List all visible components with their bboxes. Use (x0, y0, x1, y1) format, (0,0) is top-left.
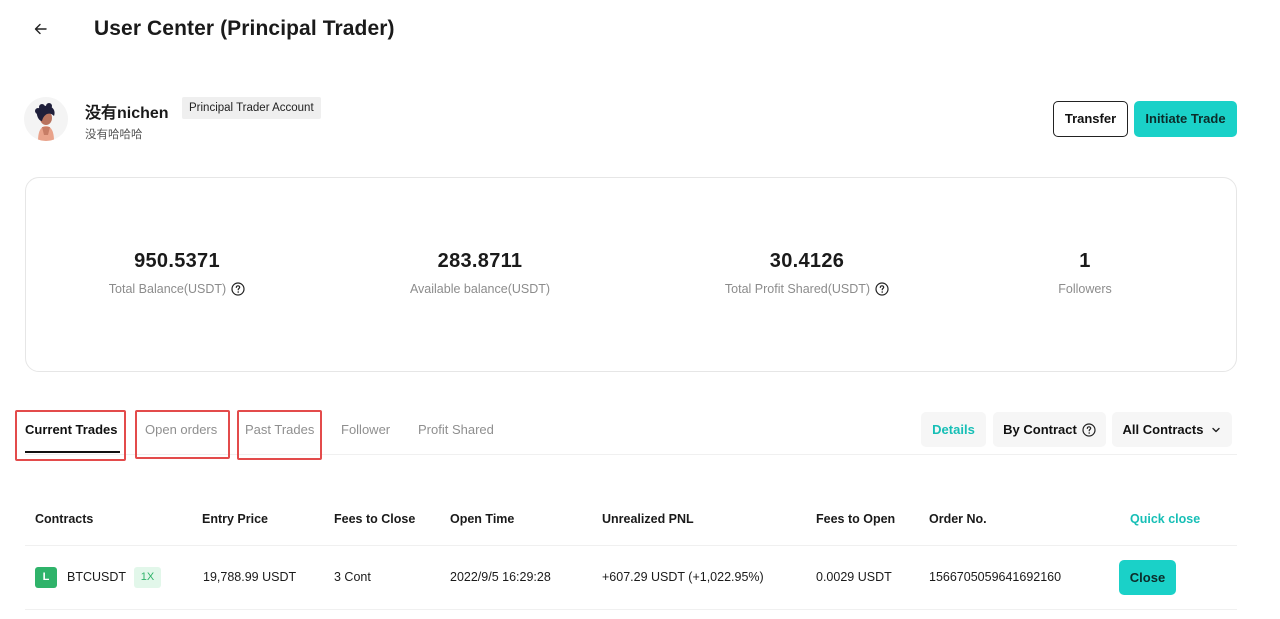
help-icon[interactable] (231, 282, 245, 296)
fees-to-close-cell: 3 Cont (334, 570, 371, 584)
tabs-divider (25, 454, 1237, 455)
by-contract-label: By Contract (1003, 422, 1077, 437)
transfer-button[interactable]: Transfer (1053, 101, 1128, 137)
stat-label: Total Profit Shared(USDT) (724, 282, 871, 296)
initiate-trade-button[interactable]: Initiate Trade (1134, 101, 1237, 137)
header-contracts: Contracts (35, 512, 94, 526)
header-divider (25, 545, 1237, 546)
stat-available-balance: 283.8711 Available balance(USDT) (330, 250, 630, 298)
quick-close-link[interactable]: Quick close (1130, 512, 1200, 526)
entry-price-cell: 19,788.99 USDT (203, 570, 297, 584)
header-fees-to-close: Fees to Close (334, 512, 416, 526)
header-entry-price: Entry Price (202, 512, 269, 526)
avatar-illustration-icon (24, 97, 68, 141)
username: 没有nichen (85, 105, 169, 122)
header-unrealized-pnl: Unrealized PNL (602, 512, 694, 526)
stat-label: Available balance(USDT) (409, 282, 551, 296)
details-button[interactable]: Details (921, 412, 986, 447)
header-open-time: Open Time (450, 512, 515, 526)
leverage-badge: 1X (134, 567, 161, 588)
header-order-no: Order No. (929, 512, 987, 526)
stat-value: 950.5371 (134, 250, 220, 272)
stat-label: Total Balance(USDT) (108, 282, 227, 296)
help-icon[interactable] (875, 282, 889, 296)
stat-value: 283.8711 (437, 250, 523, 272)
account-type-badge: Principal Trader Account (182, 97, 321, 119)
open-time-cell: 2022/9/5 16:29:28 (450, 570, 551, 584)
all-contracts-dropdown[interactable]: All Contracts (1112, 412, 1232, 447)
active-tab-indicator (25, 451, 120, 453)
tab-open-orders[interactable]: Open orders (145, 412, 217, 459)
order-no-cell: 1566705059641692160 (929, 570, 1062, 584)
stat-total-profit-shared: 30.4126 Total Profit Shared(USDT) (657, 250, 957, 298)
tab-follower[interactable]: Follower (341, 412, 390, 459)
stats-card: 950.5371 Total Balance(USDT) 283.8711 Av… (25, 177, 1237, 372)
stat-value: 30.4126 (769, 250, 845, 272)
header-fees-to-open: Fees to Open (816, 512, 896, 526)
user-nickname: 没有哈哈哈 (85, 129, 143, 141)
contract-symbol: BTCUSDT (67, 570, 127, 584)
help-icon (1082, 422, 1096, 437)
chevron-down-icon (1212, 427, 1221, 432)
back-arrow-icon[interactable] (30, 18, 52, 40)
stat-label: Followers (1058, 282, 1112, 296)
unrealized-pnl-cell: +607.29 USDT (+1,022.95%) (602, 570, 764, 584)
stat-followers: 1 Followers (935, 250, 1235, 298)
by-contract-button[interactable]: By Contract (993, 412, 1106, 447)
page-title: User Center (Principal Trader) (94, 17, 395, 40)
avatar (24, 97, 68, 141)
fees-to-open-cell: 0.0029 USDT (816, 570, 892, 584)
long-side-badge: L (35, 567, 57, 588)
row-divider (25, 609, 1237, 610)
stat-value: 1 (1079, 250, 1091, 272)
close-position-button[interactable]: Close (1119, 560, 1176, 595)
user-center-page: User Center (Principal Trader) 没有nichen … (0, 0, 1280, 619)
tab-past-trades[interactable]: Past Trades (245, 412, 314, 459)
all-contracts-label: All Contracts (1122, 422, 1204, 437)
tab-profit-shared[interactable]: Profit Shared (418, 412, 494, 459)
stat-total-balance: 950.5371 Total Balance(USDT) (27, 250, 327, 298)
